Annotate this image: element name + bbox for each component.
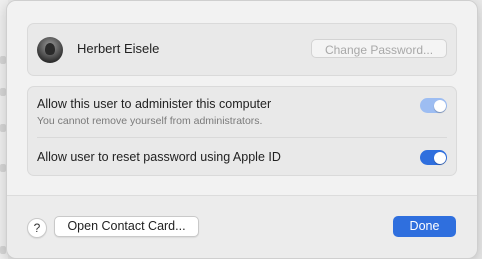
user-card: Herbert Eisele Change Password...	[27, 23, 457, 76]
settings-divider	[37, 137, 447, 138]
user-name: Herbert Eisele	[77, 41, 160, 56]
user-avatar	[37, 37, 63, 63]
done-button[interactable]: Done	[393, 216, 456, 237]
footer-divider	[7, 195, 477, 196]
sheet-content-area: Herbert Eisele Change Password... Allow …	[7, 1, 477, 195]
user-details-sheet: Herbert Eisele Change Password... Allow …	[6, 0, 478, 259]
user-settings-card: Allow this user to administer this compu…	[27, 86, 457, 176]
toggle-knob	[433, 99, 446, 112]
apple-id-reset-toggle[interactable]	[420, 150, 447, 165]
admin-setting-label: Allow this user to administer this compu…	[37, 97, 272, 111]
apple-id-reset-label: Allow user to reset password using Apple…	[37, 150, 281, 164]
admin-toggle[interactable]	[420, 98, 447, 113]
admin-setting-description: You cannot remove yourself from administ…	[37, 115, 263, 127]
help-button[interactable]: ?	[27, 218, 47, 238]
toggle-knob	[433, 151, 446, 164]
change-password-button[interactable]: Change Password...	[311, 39, 447, 58]
open-contact-card-button[interactable]: Open Contact Card...	[54, 216, 199, 237]
